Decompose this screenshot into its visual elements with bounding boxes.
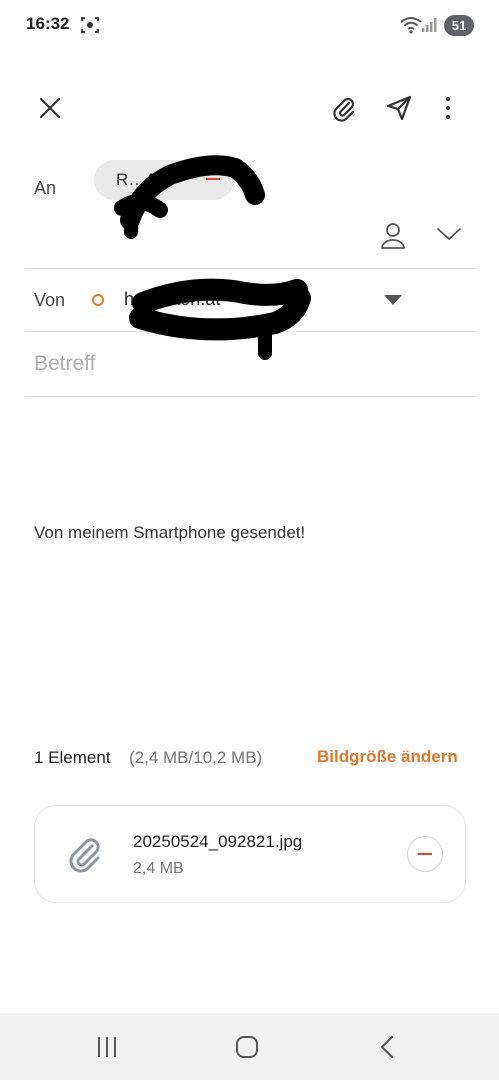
chevron-down-icon: [437, 228, 461, 240]
system-navigation-bar: [0, 1013, 499, 1080]
attachment-item[interactable]: 20250524_092821.jpg 2,4 MB: [34, 805, 466, 903]
subject-input[interactable]: Betreff: [34, 352, 95, 376]
status-time: 16:32: [26, 14, 70, 33]
from-label: Von: [34, 290, 66, 310]
attachment-count: 1 Element: [34, 748, 111, 767]
back-icon: [381, 1036, 393, 1058]
more-options-button[interactable]: [430, 90, 466, 126]
send-icon: [386, 95, 412, 121]
expand-recipients-button[interactable]: [436, 226, 462, 247]
close-icon: [39, 97, 61, 119]
paperclip-icon: [65, 834, 105, 874]
attach-button[interactable]: [326, 90, 362, 126]
divider: [25, 396, 475, 397]
battery-indicator: 51: [444, 15, 474, 36]
wifi-icon: [400, 16, 422, 34]
signal-icon: [422, 18, 438, 32]
caret-down-icon[interactable]: [384, 295, 402, 305]
send-button[interactable]: [381, 90, 417, 126]
redaction-scribble: [129, 278, 311, 360]
remove-attachment-button[interactable]: [407, 836, 443, 872]
person-icon: [381, 223, 405, 249]
back-button[interactable]: [372, 1033, 402, 1061]
attachment-size: 2,4 MB: [133, 860, 184, 877]
recent-apps-button[interactable]: [92, 1033, 122, 1061]
home-button[interactable]: [232, 1033, 262, 1061]
contacts-button[interactable]: [380, 222, 406, 255]
screenshot-icon: [80, 15, 100, 35]
minus-icon: [418, 853, 432, 855]
more-vert-icon: [446, 97, 450, 119]
attachment-size-summary: (2,4 MB/10,2 MB): [129, 748, 263, 767]
account-status-icon: [92, 294, 104, 306]
paperclip-icon: [333, 97, 355, 122]
redaction-scribble: [114, 155, 265, 239]
attachment-name: 20250524_092821.jpg: [133, 832, 303, 851]
recents-icon: [98, 1037, 116, 1057]
home-icon: [236, 1036, 258, 1058]
email-body[interactable]: Von meinem Smartphone gesendet!: [34, 523, 305, 543]
to-label: An: [34, 178, 57, 198]
resize-image-button[interactable]: Bildgröße ändern: [317, 747, 458, 767]
close-button[interactable]: [32, 90, 68, 126]
